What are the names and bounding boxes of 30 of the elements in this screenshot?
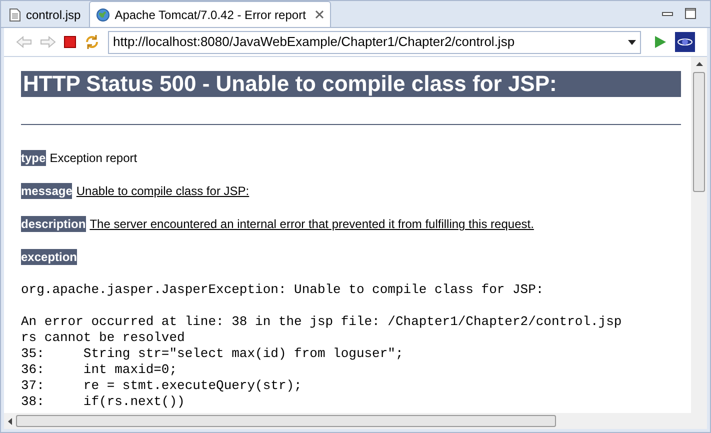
field-label: description [21,216,86,232]
tab[interactable]: Apache Tomcat/7.0.42 - Error report [88,1,331,27]
vertical-scrollbar[interactable] [691,57,707,413]
error-heading: HTTP Status 500 - Unable to compile class for JSP: [21,71,681,97]
horizontal-scrollbar[interactable] [4,413,707,429]
play-icon[interactable] [653,35,667,49]
field-label: type [21,150,46,166]
field-value: The server encountered an internal error that prevented it from fulfilling this request. [90,216,534,232]
scroll-left-icon[interactable] [8,418,12,424]
tab[interactable]: control.jsp [1,3,89,27]
code-line: rs cannot be resolved [21,330,186,346]
field-value: Exception report [50,150,138,166]
scroll-up-icon[interactable] [696,62,702,66]
code-line: 36: int maxid=0; [21,362,178,378]
dropdown-caret-icon[interactable] [628,40,636,44]
field-value: Unable to compile class for JSP: [76,183,250,199]
url-field[interactable]: http://localhost:8080/JavaWebExample/Chapter1/Chapter2/control.jsp [108,30,641,54]
field-label: exception [21,249,78,265]
field-label: message [21,183,72,199]
document-icon [9,8,21,22]
maximize-icon[interactable] [685,8,696,19]
code-line: An error occurred at line: 38 in the jsp file: /Chapter1/Chapter2/control.jsp [21,314,623,330]
close-icon[interactable] [314,10,324,19]
code-line: 38: if(rs.next()) [21,394,186,410]
refresh-icon[interactable] [84,34,100,50]
globe-icon [96,8,110,22]
code-line: 37: re = stmt.executeQuery(str); [21,378,303,394]
orbit-logo-icon[interactable] [675,32,695,52]
code-line: 35: String str="select max(id) from loguser"; [21,346,404,362]
code-line: org.apache.jasper.JasperException: Unable to compile class for JSP: [21,282,545,298]
